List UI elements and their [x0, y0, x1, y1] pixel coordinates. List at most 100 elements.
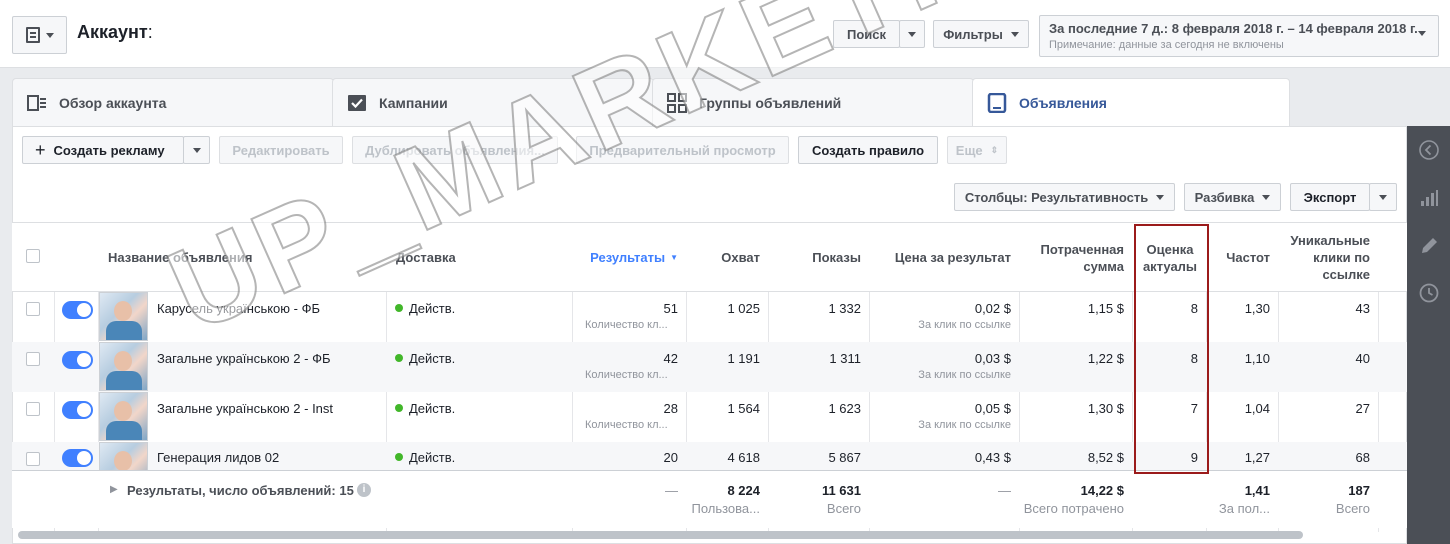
row-checkbox[interactable]: [26, 452, 40, 466]
info-icon[interactable]: i: [357, 483, 371, 497]
cost-per-result-value: 0,05 $: [974, 401, 1011, 416]
header-spent-label: Потраченная сумма: [1041, 241, 1124, 275]
account-menu-button[interactable]: [12, 16, 67, 54]
clock-icon[interactable]: [1419, 283, 1439, 303]
search-button[interactable]: Поиск: [833, 20, 900, 48]
ads-manager-screen: Аккаунт: Поиск Фильтры За последние 7 д.…: [0, 0, 1450, 544]
header-reach[interactable]: Охват: [687, 223, 769, 292]
cost-per-result-type: За клик по ссылке: [918, 419, 1011, 431]
header-spent-line1: Потраченная: [1040, 241, 1124, 257]
unique-clicks-value: 27: [1355, 401, 1370, 416]
impressions-value: 5 867: [828, 450, 861, 465]
header-relevance-score[interactable]: Оценка актуалы: [1133, 223, 1207, 292]
date-note: Примечание: данные за сегодня не включен…: [1049, 39, 1284, 51]
header-unique-link-clicks[interactable]: Уникальные клики по ссылке: [1279, 223, 1379, 292]
account-colon: :: [147, 22, 153, 42]
ad-thumbnail[interactable]: [99, 442, 148, 470]
pencil-icon[interactable]: [1419, 236, 1439, 256]
unique-clicks-value: 43: [1355, 301, 1370, 316]
amount-spent-value: 1,15 $: [1087, 301, 1124, 316]
ad-status-toggle[interactable]: [62, 401, 93, 419]
delivery-label: Действ.: [409, 351, 456, 366]
results-value: 28: [663, 401, 678, 416]
active-status-dot: [395, 354, 403, 362]
header-unique-line1: Уникальные: [1290, 233, 1370, 248]
amount-spent-value: 1,22 $: [1087, 351, 1124, 366]
results-type: Количество кл...: [585, 419, 668, 431]
breakdown-button[interactable]: Разбивка: [1184, 183, 1281, 211]
tab-account-overview[interactable]: Обзор аккаунта: [12, 78, 334, 126]
horizontal-scrollbar[interactable]: [18, 531, 1303, 539]
header-results-label: Результаты: [590, 250, 666, 265]
preview-label: Предварительный просмотр: [589, 142, 776, 158]
search-dropdown-button[interactable]: [899, 20, 925, 48]
ad-thumbnail[interactable]: [99, 392, 148, 441]
plus-icon: +: [35, 139, 46, 160]
checkbox-icon: [348, 94, 366, 111]
ad-status-toggle[interactable]: [62, 449, 93, 467]
active-status-dot: [395, 453, 403, 461]
ad-thumbnail[interactable]: [99, 342, 148, 391]
table-row[interactable]: Загальне українською 2 - Inst Действ. 28…: [12, 392, 1407, 442]
header-impressions[interactable]: Показы: [769, 223, 870, 292]
table-row[interactable]: Загальне українською 2 - ФБ Действ. 42 К…: [12, 342, 1407, 392]
delivery-status: Действ.: [395, 401, 455, 416]
document-icon: [25, 27, 40, 43]
ad-status-toggle[interactable]: [62, 301, 93, 319]
collapse-arrow-icon[interactable]: [1419, 140, 1439, 160]
table-row[interactable]: Генерация лидов 02 Действ. 20 4 618 5 86…: [12, 442, 1407, 470]
row-checkbox[interactable]: [26, 352, 40, 366]
header-amount-spent[interactable]: Потраченная сумма: [1020, 223, 1133, 292]
header-results[interactable]: Результаты ▼: [573, 223, 687, 292]
header-unique-line3: ссылке: [1322, 267, 1370, 282]
preview-button[interactable]: Предварительный просмотр: [576, 136, 789, 164]
bar-chart-icon[interactable]: [1419, 188, 1439, 208]
edit-button[interactable]: Редактировать: [219, 136, 343, 164]
header-unique-label: Уникальные клики по ссылке: [1290, 232, 1370, 283]
columns-button[interactable]: Столбцы: Результативность: [954, 183, 1175, 211]
tab-campaigns[interactable]: Кампании: [332, 78, 654, 126]
select-all-checkbox[interactable]: [26, 249, 40, 263]
header-name[interactable]: Название объявления: [99, 223, 387, 292]
grid-icon: [667, 92, 687, 113]
header-reach-label: Охват: [721, 250, 760, 265]
tab-ad-sets[interactable]: Группы объявлений: [652, 78, 974, 126]
footer-label: Результаты, число объявлений: 15: [127, 483, 354, 498]
row-checkbox[interactable]: [26, 302, 40, 316]
footer-cpr: —: [998, 483, 1011, 498]
duplicate-button[interactable]: Дублировать объявления...: [352, 136, 558, 164]
ad-thumbnail[interactable]: [99, 292, 148, 341]
relevance-score-value: 8: [1190, 301, 1198, 316]
ad-name[interactable]: Загальне українською 2 - Inst: [157, 401, 333, 416]
header-frequency-label: Частот: [1226, 250, 1270, 265]
ad-name[interactable]: Загальне українською 2 - ФБ: [157, 351, 330, 366]
delivery-status: Действ.: [395, 450, 455, 465]
footer-unique-clicks: 187: [1348, 483, 1370, 498]
header-frequency[interactable]: Частот: [1207, 223, 1279, 292]
footer-reach-sub: Пользова...: [691, 501, 760, 516]
ad-status-toggle[interactable]: [62, 351, 93, 369]
chevron-down-icon: [1010, 31, 1019, 37]
relevance-score-value: 9: [1190, 450, 1198, 465]
date-range-picker[interactable]: За последние 7 д.: 8 февраля 2018 г. – 1…: [1039, 15, 1439, 57]
relevance-score-value: 7: [1190, 401, 1198, 416]
ad-name[interactable]: Карусель українською - ФБ: [157, 301, 320, 316]
export-dropdown[interactable]: [1369, 183, 1397, 211]
header-cost-per-result[interactable]: Цена за результат: [870, 223, 1020, 292]
tab-ads[interactable]: Объявления: [972, 78, 1290, 127]
export-button[interactable]: Экспорт: [1290, 183, 1370, 211]
cost-per-result-value: 0,03 $: [974, 351, 1011, 366]
create-rule-button[interactable]: Создать правило: [798, 136, 938, 164]
more-button[interactable]: Еще ⇕: [947, 136, 1007, 164]
filters-button[interactable]: Фильтры: [933, 20, 1029, 48]
ad-name[interactable]: Генерация лидов 02: [157, 450, 279, 465]
header-cpr-label: Цена за результат: [894, 250, 1011, 265]
expand-caret-icon[interactable]: ▶: [110, 484, 118, 495]
cost-per-result-type: За клик по ссылке: [918, 369, 1011, 381]
tab-label: Группы объявлений: [699, 94, 842, 111]
create-ad-dropdown[interactable]: [183, 136, 210, 164]
table-row[interactable]: Карусель українською - ФБ Действ. 51 Кол…: [12, 292, 1407, 342]
create-ad-button[interactable]: + Создать рекламу: [22, 136, 184, 164]
row-checkbox[interactable]: [26, 402, 40, 416]
header-delivery[interactable]: Доставка: [387, 223, 573, 292]
